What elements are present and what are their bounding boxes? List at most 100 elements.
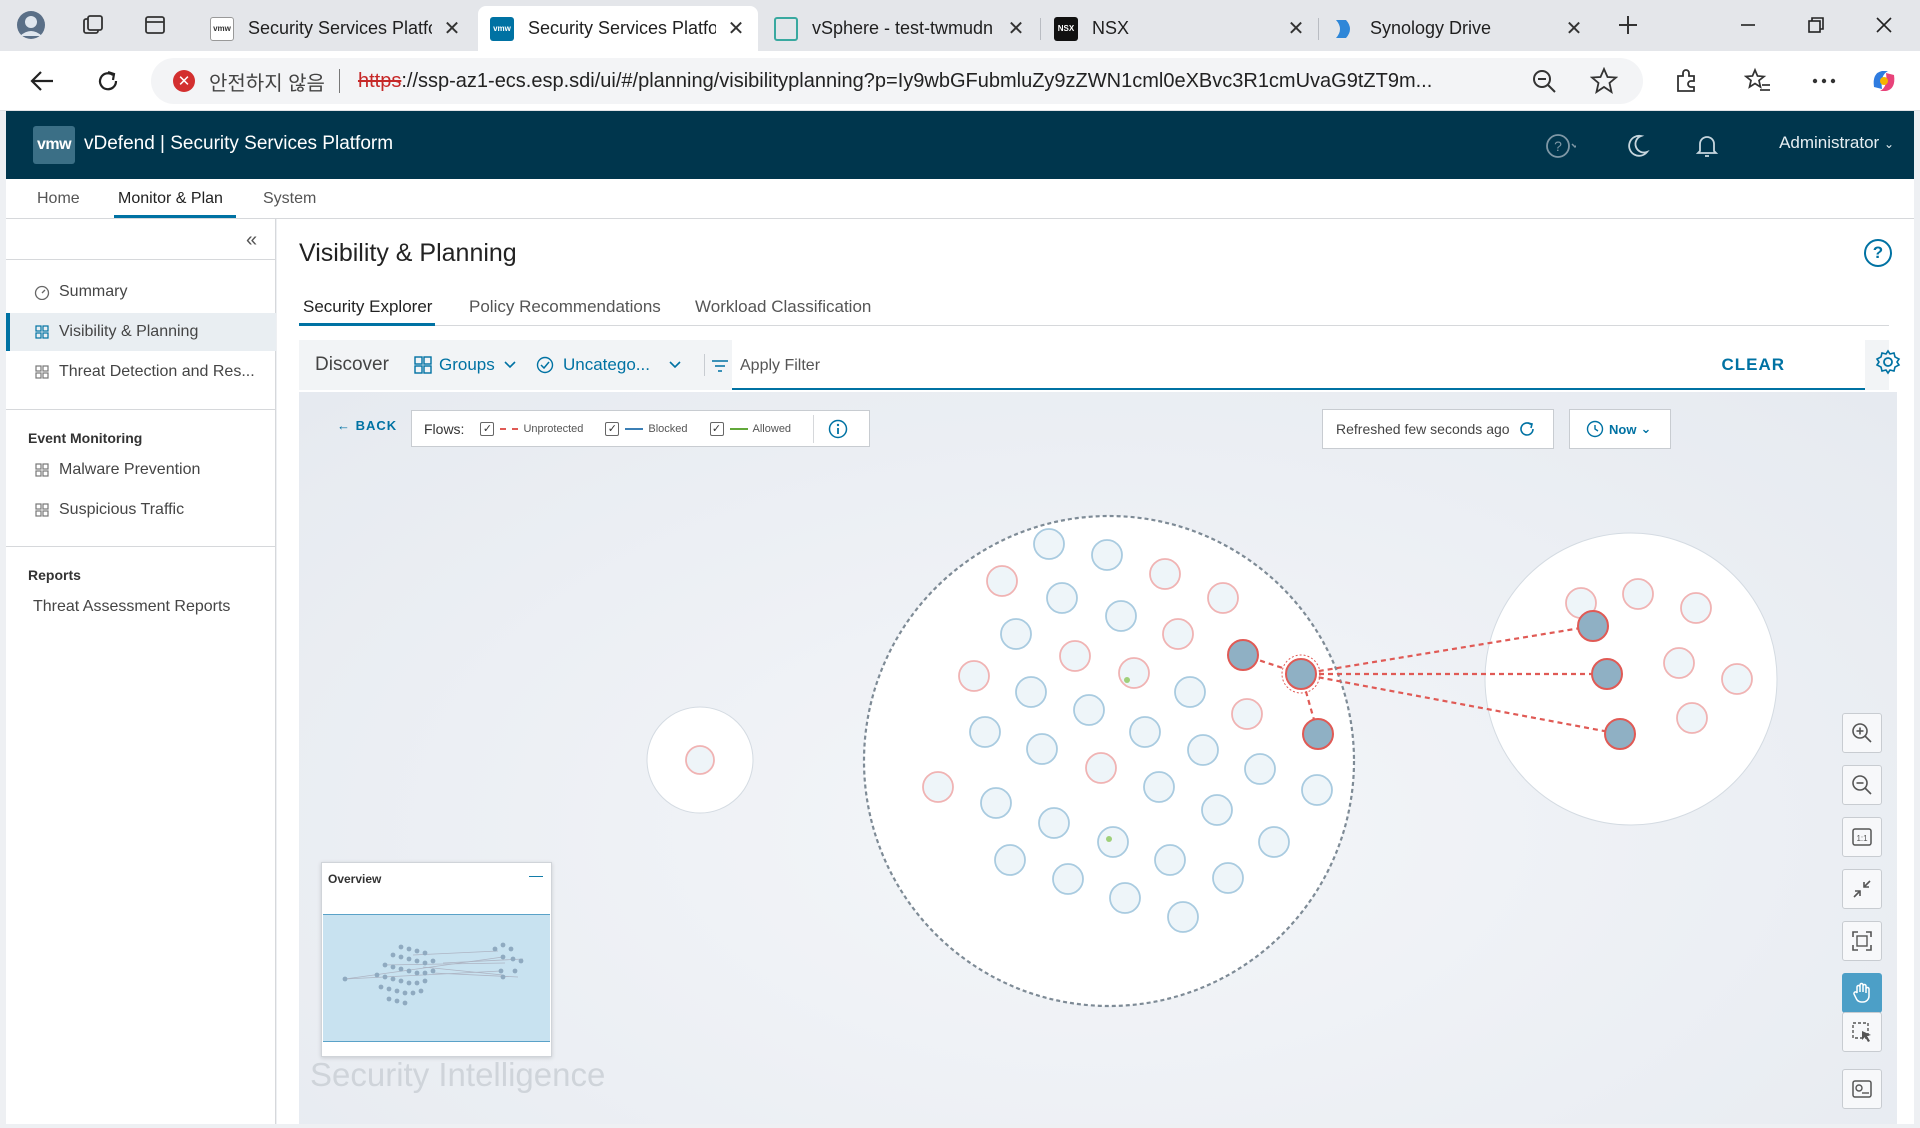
close-tab-icon[interactable]: ✕ bbox=[726, 16, 746, 41]
overview-minimap[interactable]: Overview — bbox=[321, 862, 552, 1057]
browser-tab-1[interactable]: vmw Security Services Platfor ✕ bbox=[198, 6, 474, 51]
puzzle-icon bbox=[1677, 69, 1695, 92]
sidebar-item-visibility-planning[interactable]: Visibility & Planning bbox=[6, 313, 276, 351]
select-tool-button[interactable] bbox=[1842, 1012, 1882, 1052]
apply-filter-input[interactable]: Apply Filter CLEAR bbox=[732, 340, 1865, 390]
category-dropdown[interactable]: Uncatego... bbox=[536, 355, 682, 375]
workload-node[interactable] bbox=[685, 745, 715, 775]
more-menu-button[interactable] bbox=[1806, 63, 1842, 99]
address-field[interactable]: ✕ 안전하지 않음 https ://ssp-az1-ecs.esp.sdi/u… bbox=[151, 58, 1643, 104]
main-nav: Home Monitor & Plan System bbox=[6, 179, 1914, 219]
pan-tool-button[interactable] bbox=[1842, 973, 1882, 1013]
gauge-icon bbox=[34, 284, 50, 300]
overview-label: Overview bbox=[328, 872, 382, 886]
groups-dropdown[interactable]: Groups bbox=[414, 355, 517, 375]
magnifier-minus-icon bbox=[1533, 70, 1556, 93]
nav-system[interactable]: System bbox=[263, 190, 316, 208]
sidebar-item-malware-prevention[interactable]: Malware Prevention bbox=[6, 451, 276, 489]
collapse-sidebar-icon[interactable]: « bbox=[246, 229, 257, 252]
page-title: Visibility & Planning bbox=[299, 239, 517, 267]
tab-security-explorer[interactable]: Security Explorer bbox=[303, 297, 432, 317]
zoom-in-icon bbox=[1852, 723, 1872, 743]
notifications-button[interactable] bbox=[1692, 131, 1722, 161]
favorite-button[interactable] bbox=[1586, 63, 1622, 99]
close-icon bbox=[1876, 17, 1892, 33]
minimap-graph bbox=[342, 942, 524, 1006]
destination-node-2[interactable] bbox=[1591, 658, 1623, 690]
favorites-bar-button[interactable] bbox=[1740, 63, 1776, 99]
help-icon: ? bbox=[1546, 134, 1576, 158]
extensions-button[interactable] bbox=[1668, 63, 1704, 99]
plus-icon bbox=[1619, 16, 1637, 34]
avatar-icon bbox=[17, 11, 45, 39]
close-window-button[interactable] bbox=[1856, 6, 1912, 44]
nav-home[interactable]: Home bbox=[37, 190, 80, 208]
selected-source-node[interactable] bbox=[1285, 658, 1317, 690]
tab-title: Security Services Platfor bbox=[248, 18, 432, 38]
sidebar-item-threat-detection[interactable]: Threat Detection and Res... bbox=[6, 353, 276, 391]
minimize-icon[interactable]: — bbox=[529, 867, 543, 883]
filter-lines-icon bbox=[712, 360, 728, 372]
settings-gear-icon[interactable] bbox=[1875, 349, 1901, 375]
browser-tab-2[interactable]: vmw Security Services Platfor ✕ bbox=[478, 6, 758, 51]
reload-button[interactable] bbox=[88, 61, 128, 101]
more-dots-icon bbox=[1812, 78, 1836, 84]
workspaces-button[interactable] bbox=[72, 7, 114, 43]
browser-tab-3[interactable]: vSphere - test-twmudn ✕ bbox=[762, 6, 1038, 51]
image-export-icon bbox=[1852, 1080, 1872, 1098]
restore-button[interactable] bbox=[1788, 6, 1844, 44]
minimap-viewport[interactable] bbox=[323, 914, 550, 1042]
tab-actions-icon bbox=[145, 16, 165, 34]
vmw-logo: vmw bbox=[33, 126, 75, 164]
snapshot-button[interactable] bbox=[1842, 1069, 1882, 1109]
help-icon[interactable]: ? bbox=[1864, 239, 1892, 267]
active-tab-indicator bbox=[299, 323, 435, 326]
topology-canvas[interactable]: ← BACK Flows: ✓ Unprotected ✓ Blocked ✓ … bbox=[299, 392, 1897, 1124]
nav-monitor-plan[interactable]: Monitor & Plan bbox=[118, 190, 223, 208]
collapse-view-button[interactable] bbox=[1842, 869, 1882, 909]
browser-tab-4[interactable]: NSX NSX ✕ bbox=[1042, 6, 1318, 51]
copilot-button[interactable] bbox=[1866, 63, 1902, 99]
category-label: Uncatego... bbox=[563, 355, 650, 374]
bell-icon bbox=[1695, 136, 1719, 157]
clear-filter-button[interactable]: CLEAR bbox=[1721, 355, 1785, 375]
zoom-in-button[interactable] bbox=[1842, 713, 1882, 753]
close-tab-icon[interactable]: ✕ bbox=[1006, 16, 1026, 41]
sidebar-item-suspicious-traffic[interactable]: Suspicious Traffic bbox=[6, 491, 276, 529]
sidebar-item-summary[interactable]: Summary bbox=[6, 273, 276, 311]
apply-filter-placeholder: Apply Filter bbox=[740, 357, 821, 374]
destination-node-3[interactable] bbox=[1604, 718, 1636, 750]
moon-icon bbox=[1628, 134, 1650, 157]
actual-size-button[interactable]: 1:1 bbox=[1842, 817, 1882, 857]
profile-avatar[interactable] bbox=[10, 7, 52, 43]
grid-icon bbox=[34, 502, 50, 518]
sidebar-item-threat-assessment-reports[interactable]: Threat Assessment Reports bbox=[33, 598, 230, 616]
zoom-out-button[interactable] bbox=[1842, 765, 1882, 805]
back-nav-button[interactable] bbox=[22, 61, 62, 101]
app-header: vmw vDefend | Security Services Platform… bbox=[6, 111, 1914, 179]
active-nav-indicator bbox=[114, 215, 236, 218]
theme-toggle-button[interactable] bbox=[1622, 131, 1652, 161]
user-menu[interactable]: Administrator ⌄ bbox=[1779, 133, 1894, 153]
close-tab-icon[interactable]: ✕ bbox=[1286, 16, 1306, 41]
destination-node-flagged[interactable] bbox=[1302, 718, 1334, 750]
help-menu-button[interactable]: ? bbox=[1546, 131, 1576, 161]
zoom-button[interactable] bbox=[1526, 63, 1562, 99]
filter-separator bbox=[704, 354, 705, 376]
browser-tab-5[interactable]: Synology Drive ✕ bbox=[1320, 6, 1596, 51]
groups-icon bbox=[414, 356, 432, 374]
new-tab-button[interactable] bbox=[1607, 7, 1649, 43]
vertical-tabs-button[interactable] bbox=[134, 7, 176, 43]
tab-policy-recommendations[interactable]: Policy Recommendations bbox=[469, 297, 661, 317]
source-node-flagged[interactable] bbox=[1227, 639, 1259, 671]
url-text: ://ssp-az1-ecs.esp.sdi/ui/#/planning/vis… bbox=[401, 69, 1433, 92]
event-monitoring-heading: Event Monitoring bbox=[28, 430, 143, 446]
tab-title: vSphere - test-twmudn bbox=[812, 18, 994, 38]
close-tab-icon[interactable]: ✕ bbox=[1564, 16, 1584, 41]
destination-node-1[interactable] bbox=[1577, 610, 1609, 642]
close-tab-icon[interactable]: ✕ bbox=[442, 16, 462, 41]
browser-tab-strip: vmw Security Services Platfor ✕ vmw Secu… bbox=[0, 0, 1920, 51]
tab-workload-classification[interactable]: Workload Classification bbox=[695, 297, 871, 317]
fit-to-screen-button[interactable] bbox=[1842, 921, 1882, 961]
minimize-button[interactable] bbox=[1720, 6, 1776, 44]
